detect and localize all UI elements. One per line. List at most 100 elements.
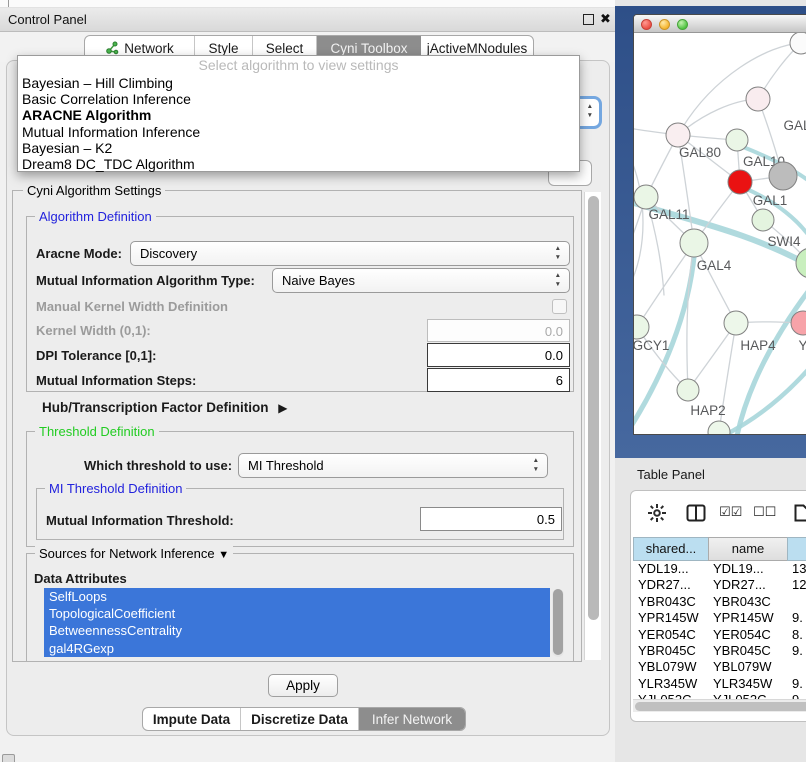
algorithm-option-basic-correlation-inference[interactable]: Basic Correlation Inference	[18, 91, 579, 107]
column-header-shared...[interactable]: shared...	[633, 537, 708, 561]
dock-gap	[0, 737, 615, 762]
close-traffic-light-icon[interactable]	[641, 19, 652, 30]
mi-algorithm-type-select[interactable]: Naive Bayes ▲▼	[272, 268, 570, 293]
table-row[interactable]: YDL19...YDL19...13	[633, 561, 806, 577]
algorithm-option-mutual-information-inference[interactable]: Mutual Information Inference	[18, 124, 579, 140]
network-node-GCY1[interactable]	[634, 315, 649, 339]
table-cell: YPR145W	[633, 610, 708, 626]
hub-definition-disclosure[interactable]: Hub/Transcription Factor Definition ▶	[42, 400, 288, 415]
algorithm-option-bayesian-k2[interactable]: Bayesian – K2	[18, 140, 579, 156]
network-node-HAP4[interactable]	[724, 311, 748, 335]
node-label-GAL80: GAL80	[679, 145, 721, 160]
mi-steps-label: Mutual Information Steps:	[36, 373, 196, 388]
network-node-GAL4[interactable]	[680, 229, 708, 257]
column-header-cut[interactable]	[787, 537, 806, 561]
tab-infer-network[interactable]: Infer Network	[359, 708, 465, 730]
list-scrollbar[interactable]	[552, 589, 564, 657]
table-row[interactable]: YER054CYER054C8.	[633, 627, 806, 643]
table-cell: YER054C	[708, 627, 787, 643]
table-row[interactable]: YDR27...YDR27...12	[633, 577, 806, 593]
tab-discretize-data[interactable]: Discretize Data	[241, 708, 359, 730]
table-cell: 9.	[787, 610, 806, 626]
attribute-item-topologicalcoefficient[interactable]: TopologicalCoefficient	[44, 605, 550, 622]
network-node-GAL10[interactable]	[726, 129, 748, 151]
table-row[interactable]: YPR145WYPR145W9.	[633, 610, 806, 626]
attribute-item-gal4rgexp[interactable]: gal4RGexp	[44, 640, 550, 657]
tab-label: Network	[124, 41, 174, 56]
apply-button[interactable]: Apply	[268, 674, 338, 697]
grid-corner-icon[interactable]	[2, 754, 15, 762]
table-horizontal-scrollbar[interactable]	[633, 699, 806, 712]
stepper-arrows-icon: ▲▼	[555, 245, 561, 262]
unchecked-boxes-icon[interactable]: ☐☐	[753, 504, 776, 520]
settings-scrollbar[interactable]	[584, 192, 601, 660]
node-label-HAP2: HAP2	[690, 403, 725, 418]
network-node-green-right[interactable]	[796, 248, 806, 278]
kernel-width-input[interactable]: 0.0	[427, 319, 570, 342]
network-node-SWI4[interactable]	[752, 209, 774, 231]
page-icon[interactable]	[791, 503, 806, 523]
float-window-icon[interactable]	[583, 14, 594, 25]
network-node-GAL80[interactable]	[666, 123, 690, 147]
checked-boxes-icon[interactable]: ☑☑	[719, 504, 742, 520]
hub-definition-label: Hub/Transcription Factor Definition	[42, 400, 269, 415]
network-node-bottom-partial[interactable]	[708, 421, 730, 435]
algorithm-option-bayesian-hill-climbing[interactable]: Bayesian – Hill Climbing	[18, 75, 579, 91]
table-row[interactable]: YBL079WYBL079W	[633, 659, 806, 675]
minimize-traffic-light-icon[interactable]	[659, 19, 670, 30]
dpi-tolerance-label: DPI Tolerance [0,1]:	[36, 348, 156, 363]
dropdown-prompt: Select algorithm to view settings	[18, 56, 579, 75]
attribute-item-selfloops[interactable]: SelfLoops	[44, 588, 550, 605]
algorithm-option-dream8-dc-tdc-algorithm[interactable]: Dream8 DC_TDC Algorithm	[18, 156, 579, 172]
zoom-traffic-light-icon[interactable]	[677, 19, 688, 30]
table-hscroll-thumb[interactable]	[635, 702, 806, 711]
algorithm-option-aracne-algorithm[interactable]: ARACNE Algorithm	[18, 107, 579, 123]
column-header-name[interactable]: name	[708, 537, 787, 561]
table-row[interactable]: YJL052CYJL052C9	[633, 692, 806, 699]
control-panel-title: Control Panel	[8, 12, 87, 27]
mi-algorithm-type-value: Naive Bayes	[273, 269, 569, 292]
network-node-GAL11[interactable]	[634, 185, 658, 209]
network-node-gray-node[interactable]	[769, 162, 797, 190]
attribute-item-betweennesscentrality[interactable]: BetweennessCentrality	[44, 622, 550, 639]
network-window-titlebar	[634, 15, 806, 33]
table-row[interactable]: YBR043CYBR043C	[633, 594, 806, 610]
aracne-mode-value: Discovery	[131, 242, 569, 265]
column-browser-icon[interactable]	[686, 503, 706, 523]
table-row[interactable]: YLR345WYLR345W9.	[633, 676, 806, 692]
table-body: YDL19...YDL19...13YDR27...YDR27...12YBR0…	[633, 561, 806, 699]
manual-kernel-width-checkbox[interactable]	[552, 299, 567, 314]
tab-label: Infer Network	[372, 712, 452, 727]
table-cell: YBL079W	[708, 659, 787, 675]
network-canvas[interactable]: GALGAL80GAL10GAL1GAL11SWI4GAL4GCY1HAP4YH…	[634, 33, 806, 435]
table-cell: YPR145W	[708, 610, 787, 626]
table-cell: 8.	[787, 627, 806, 643]
aracne-mode-select[interactable]: Discovery ▲▼	[130, 241, 570, 266]
bottom-tab-strip: Impute Data Discretize Data Infer Network	[142, 707, 466, 731]
threshold-definition-title: Threshold Definition	[35, 424, 159, 439]
aracne-mode-label: Aracne Mode:	[36, 246, 122, 261]
disclosure-down-icon[interactable]: ▼	[218, 549, 229, 561]
table-row[interactable]: YBR045CYBR045C9.	[633, 643, 806, 659]
table-cell: YDL19...	[708, 561, 787, 577]
sources-title-text: Sources for Network Inference	[39, 546, 215, 561]
network-node-GAL-top[interactable]	[746, 87, 770, 111]
which-threshold-select[interactable]: MI Threshold ▲▼	[238, 453, 548, 478]
manual-kernel-width-label: Manual Kernel Width Definition	[36, 299, 228, 314]
table-cell: YDL19...	[633, 561, 708, 577]
dpi-tolerance-input[interactable]: 0.0	[427, 343, 570, 367]
network-node-GAL1[interactable]	[728, 170, 752, 194]
data-attributes-label: Data Attributes	[34, 571, 127, 586]
tab-label: Impute Data	[153, 712, 230, 727]
tab-impute-data[interactable]: Impute Data	[143, 708, 241, 730]
settings-scrollbar-thumb[interactable]	[588, 196, 599, 620]
network-icon	[105, 41, 119, 55]
table-cell: YBL079W	[633, 659, 708, 675]
mi-threshold-input[interactable]: 0.5	[420, 507, 562, 531]
gear-icon[interactable]	[647, 503, 667, 523]
list-scrollbar-thumb[interactable]	[553, 589, 563, 655]
mi-steps-input[interactable]: 6	[427, 368, 570, 392]
network-node-HAP2[interactable]	[677, 379, 699, 401]
close-icon[interactable]: ✖	[600, 11, 611, 27]
tab-label: jActiveMNodules	[427, 41, 528, 56]
